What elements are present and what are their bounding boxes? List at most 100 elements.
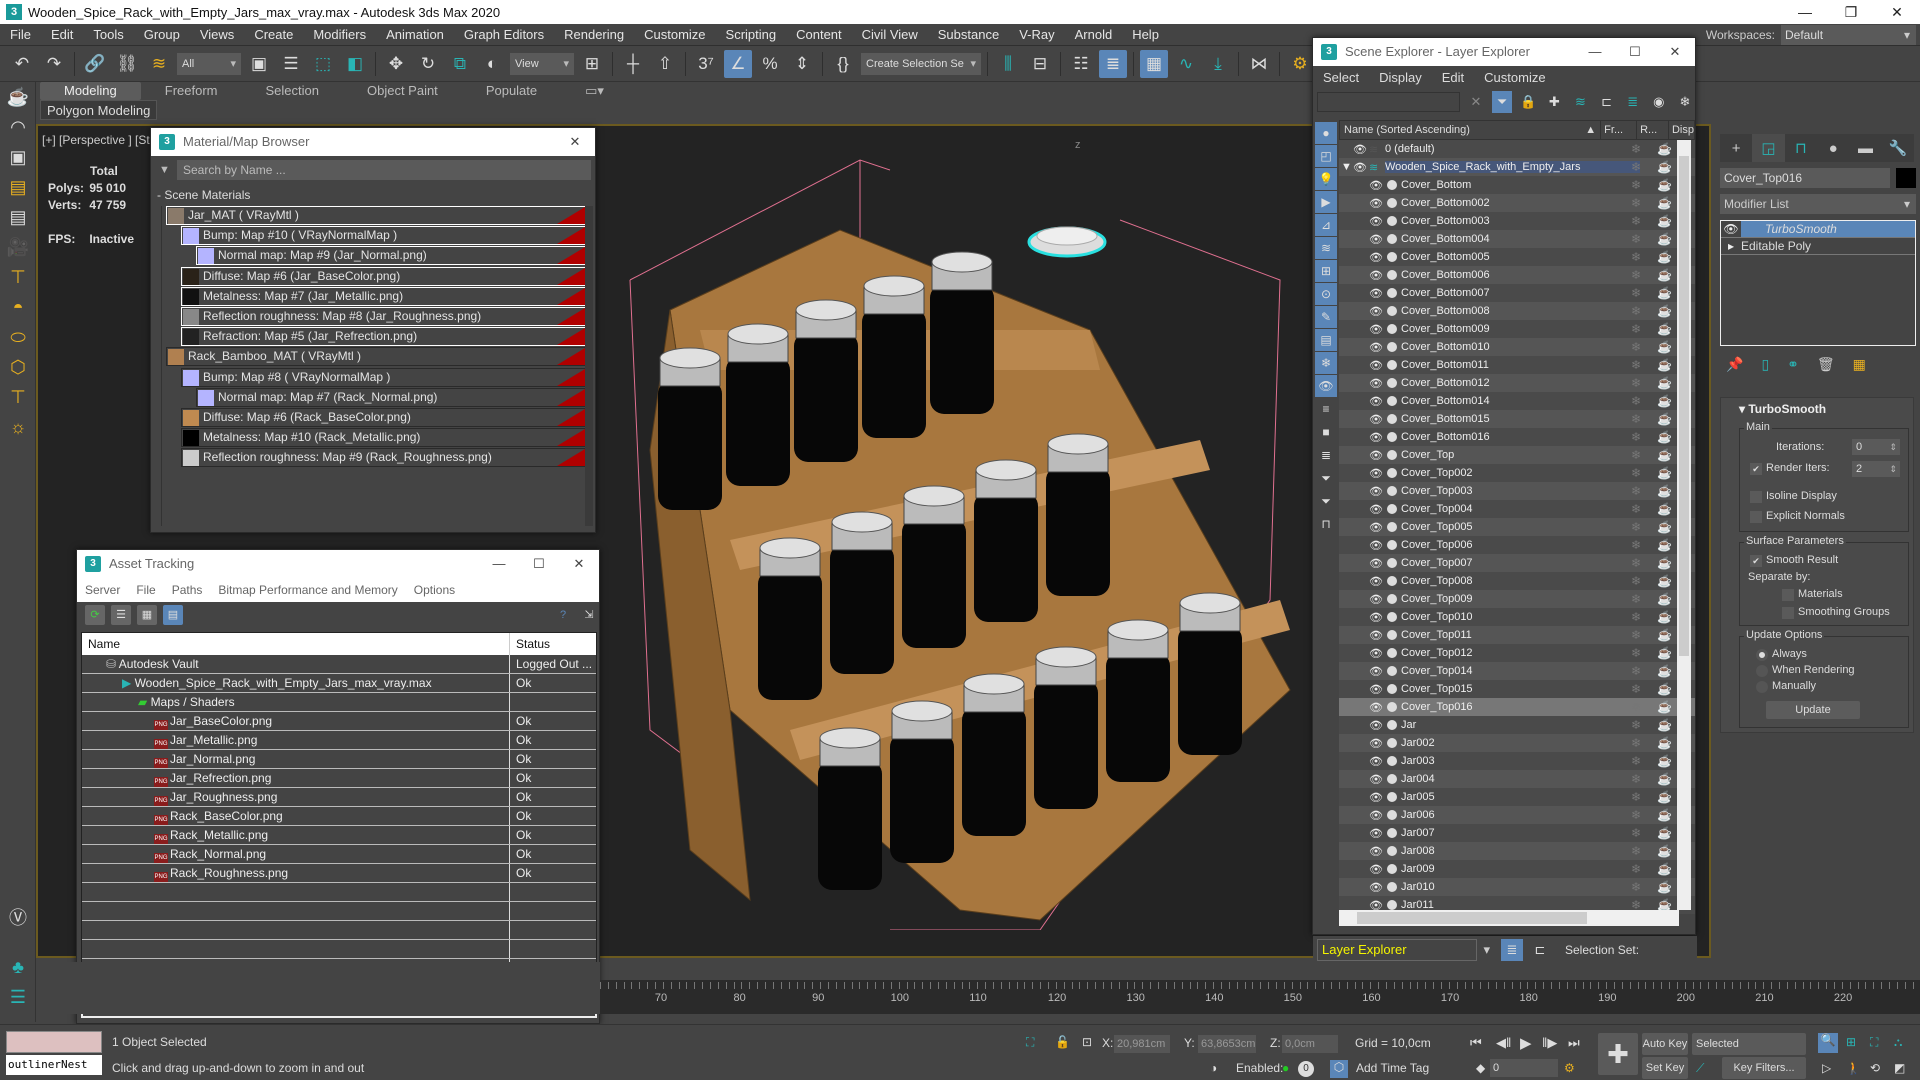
expand-triangle-icon[interactable]: ▸ (1721, 238, 1741, 254)
freeze-icon[interactable]: ❄ (1631, 844, 1641, 858)
move-icon[interactable]: ✥ (382, 50, 410, 78)
layer-icon[interactable]: ☰ (0, 982, 36, 1012)
material-list-scrollbar[interactable] (585, 206, 593, 526)
table-view-icon[interactable]: ▤ (163, 605, 183, 625)
material-search-input[interactable]: Search by Name ... (177, 160, 591, 180)
hierarchy-mode-icon[interactable]: ⊏ (1529, 939, 1551, 961)
time-config-arrows-icon[interactable]: ◆ (1476, 1061, 1485, 1075)
visibility-eye-icon[interactable]: 👁 (1369, 701, 1383, 714)
asset-row[interactable]: PNG Rack_Normal.png Ok (82, 845, 596, 864)
object-row[interactable]: 👁 Jar010 ❄ ☕ (1339, 878, 1695, 896)
thumbnail-view-icon[interactable]: ▦ (137, 605, 157, 625)
modifier-list-dropdown[interactable]: Modifier List (1720, 194, 1916, 214)
freeze-icon[interactable]: ❄ (1631, 574, 1641, 588)
new-layer-icon[interactable]: ✚ (1544, 91, 1564, 113)
ribbon-tab-object-paint[interactable]: Object Paint (343, 82, 462, 100)
go-to-end-icon[interactable]: ⏭ (1568, 1035, 1580, 1051)
isoline-display-checkbox[interactable] (1750, 491, 1762, 503)
freeze-icon[interactable]: ❄ (1631, 502, 1641, 516)
object-row[interactable]: 👁 Jar007 ❄ ☕ (1339, 824, 1695, 842)
renderable-teapot-icon[interactable]: ☕ (1657, 466, 1672, 480)
menu-views[interactable]: Views (190, 24, 244, 46)
renderable-teapot-icon[interactable]: ☕ (1657, 358, 1672, 372)
menu-edit[interactable]: Edit (41, 24, 83, 46)
remove-modifier-icon[interactable]: 🗑 (1817, 356, 1835, 373)
asset-row[interactable]: PNG Jar_Normal.png Ok (82, 750, 596, 769)
rectangular-selection-icon[interactable]: ⬚ (309, 50, 337, 78)
object-row[interactable]: 👁 Cover_Bottom ❄ ☕ (1339, 176, 1695, 194)
orbit-icon[interactable]: ◠ (0, 112, 36, 142)
ribbon-tab-selection[interactable]: Selection (242, 82, 343, 100)
rollout-title[interactable]: ▾ TurboSmooth (1721, 398, 1913, 416)
menu-customize[interactable]: Customize (634, 24, 715, 46)
visibility-eye-icon[interactable]: 👁 (1369, 629, 1383, 642)
visibility-eye-icon[interactable]: 👁 (1369, 377, 1383, 390)
scene-menu-display[interactable]: Display (1369, 70, 1432, 85)
placement-icon[interactable]: ◐ (478, 50, 506, 78)
renderable-teapot-icon[interactable]: ☕ (1657, 304, 1672, 318)
object-row[interactable]: 👁 Cover_Bottom005 ❄ ☕ (1339, 248, 1695, 266)
vray-dome-icon[interactable]: ◓ (0, 292, 36, 322)
visibility-eye-icon[interactable]: 👁 (1369, 521, 1383, 534)
add-to-layer-icon[interactable]: ≋ (1570, 91, 1590, 113)
freeze-layer-icon[interactable]: ❄ (1675, 91, 1695, 113)
render-iters-checkbox[interactable]: ✔ (1750, 463, 1762, 475)
menu-substance[interactable]: Substance (928, 24, 1009, 46)
menu-help[interactable]: Help (1122, 24, 1169, 46)
freeze-icon[interactable]: ❄ (1631, 520, 1641, 534)
previous-frame-icon[interactable]: ◀‖ (1496, 1035, 1511, 1051)
visibility-eye-icon[interactable]: 👁 (1369, 359, 1383, 372)
object-row[interactable]: 👁 Cover_Bottom008 ❄ ☕ (1339, 302, 1695, 320)
material-item[interactable]: Diffuse: Map #6 (Jar_BaseColor.png) (181, 266, 586, 286)
walk-through-icon[interactable]: 🚶 (1846, 1061, 1861, 1075)
key-mode-dropdown[interactable]: Selected (1692, 1033, 1806, 1055)
renderable-teapot-icon[interactable]: ☕ (1657, 556, 1672, 570)
hierarchy-tab-icon[interactable]: ⊓ (1785, 134, 1817, 162)
renderable-teapot-icon[interactable]: ☕ (1657, 232, 1672, 246)
object-row[interactable]: 👁 Cover_Bottom007 ❄ ☕ (1339, 284, 1695, 302)
asset-menu-bitmap-performance-and-memory[interactable]: Bitmap Performance and Memory (210, 583, 405, 597)
zoom-icon[interactable]: 🔍 (1818, 1033, 1838, 1053)
display-tab-icon[interactable]: ▬ (1849, 134, 1881, 162)
maximize-button[interactable]: ☐ (519, 550, 559, 578)
freeze-icon[interactable]: ❄ (1631, 250, 1641, 264)
menu-file[interactable]: File (0, 24, 41, 46)
visibility-eye-icon[interactable]: 👁 (1369, 395, 1383, 408)
freeze-icon[interactable]: ❄ (1631, 862, 1641, 876)
asset-row[interactable]: PNG Jar_Refrection.png Ok (82, 769, 596, 788)
select-manipulate-icon[interactable]: ┼ (619, 50, 647, 78)
menu-modifiers[interactable]: Modifiers (303, 24, 376, 46)
asset-menu-options[interactable]: Options (406, 583, 463, 597)
visibility-eye-icon[interactable]: 👁 (1369, 431, 1383, 444)
vray-mesh-icon[interactable]: ⬡ (0, 352, 36, 382)
visibility-eye-icon[interactable]: 👁 (1369, 827, 1383, 840)
auto-key-button[interactable]: Auto Key (1642, 1033, 1688, 1055)
mirror-icon[interactable]: ⫼ (994, 50, 1022, 78)
render-iters-spinner[interactable]: 2 (1852, 461, 1900, 477)
clear-search-icon[interactable]: ✕ (1466, 91, 1486, 113)
freeze-icon[interactable]: ❄ (1631, 682, 1641, 696)
object-row[interactable]: 👁 Cover_Top004 ❄ ☕ (1339, 500, 1695, 518)
x-coordinate-field[interactable]: 20,981cm (1114, 1035, 1170, 1053)
object-row[interactable]: 👁 Cover_Bottom003 ❄ ☕ (1339, 212, 1695, 230)
object-row[interactable]: 👁 Cover_Top ❄ ☕ (1339, 446, 1695, 464)
camera-icon[interactable]: 🎥 (0, 232, 36, 262)
visibility-eye-icon[interactable]: 👁 (1369, 773, 1383, 786)
rotate-icon[interactable]: ↻ (414, 50, 442, 78)
column-status[interactable]: Status (510, 633, 550, 655)
display-all-icon[interactable]: ≡ (1315, 398, 1337, 420)
asset-tracking-titlebar[interactable]: 3 Asset Tracking — ☐ ✕ (77, 550, 599, 578)
link-icon[interactable]: 🔗 (81, 50, 109, 78)
cameras-filter-icon[interactable]: ▶ (1315, 191, 1337, 213)
freeze-icon[interactable]: ❄ (1631, 610, 1641, 624)
vray-light-icon[interactable]: ⊤ (0, 262, 36, 292)
spacewarps-filter-icon[interactable]: ≋ (1315, 237, 1337, 259)
time-configuration-icon[interactable]: ⚙ (1564, 1061, 1575, 1075)
renderable-teapot-icon[interactable]: ☕ (1657, 736, 1672, 750)
reference-coordinate-dropdown[interactable]: View (510, 52, 574, 75)
renderable-teapot-icon[interactable]: ☕ (1657, 862, 1672, 876)
visibility-eye-icon[interactable]: 👁 (1369, 737, 1383, 750)
object-color-swatch[interactable] (1896, 168, 1916, 188)
stack-item-editable-poly[interactable]: ▸ Editable Poly (1721, 238, 1915, 255)
ribbon-panel-polygon-modeling[interactable]: Polygon Modeling (40, 100, 158, 120)
